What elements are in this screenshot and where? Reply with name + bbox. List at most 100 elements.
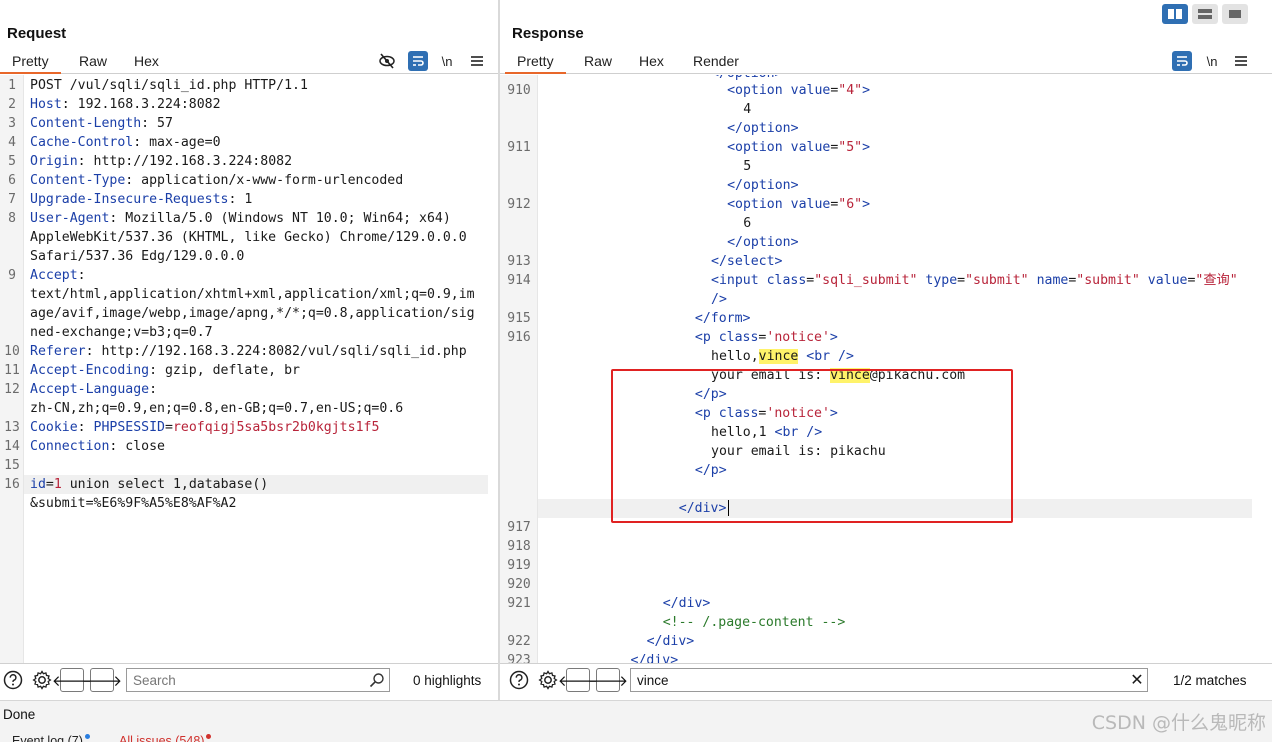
code-line: </select>: [711, 254, 783, 269]
current-line-highlight: [538, 499, 1252, 518]
response-tab-render[interactable]: Render: [693, 53, 739, 69]
text-caret: [728, 500, 730, 516]
help-icon[interactable]: [508, 669, 530, 691]
layout-stacked-icon[interactable]: [1192, 4, 1218, 24]
code-line: User-Agent: Mozilla/5.0 (Windows NT 10.0…: [30, 211, 451, 226]
code-line: AppleWebKit/537.36 (KHTML, like Gecko) C…: [30, 230, 467, 245]
line-number: 5: [8, 154, 16, 169]
code-line: </option>: [727, 235, 799, 250]
line-number: 11: [4, 363, 20, 378]
hide-non-printable-icon[interactable]: [377, 51, 397, 71]
line-number: 13: [4, 420, 20, 435]
newline-toggle[interactable]: \n: [437, 51, 457, 71]
code-line: Cache-Control: max-age=0: [30, 135, 221, 150]
code-line: POST /vul/sqli/sqli_id.php HTTP/1.1: [30, 78, 308, 93]
code-line: Content-Length: 57: [30, 116, 173, 131]
code-line: </div>: [679, 499, 730, 518]
code-line: 5: [743, 159, 752, 174]
response-editor[interactable]: </option> 910 <option value="4"> 4 </option>…: [500, 75, 1272, 663]
line-number: 14: [4, 439, 20, 454]
request-search-input[interactable]: [126, 668, 390, 692]
code-line: hello,vince <br />: [711, 349, 854, 364]
status-bar: Done Event log (7) All issues (548): [0, 700, 1272, 742]
request-tab-hex[interactable]: Hex: [134, 53, 159, 69]
event-log-label: Event log (7): [12, 734, 83, 742]
code-line: </p>: [694, 463, 727, 478]
response-word-wrap-icon[interactable]: [1172, 51, 1192, 71]
code-line: hello,1 <br />: [711, 425, 823, 440]
line-number: 1: [8, 78, 16, 93]
code-line: ned-exchange;v=b3;q=0.7: [30, 325, 213, 340]
settings-gear-icon[interactable]: [537, 669, 559, 691]
search-prev-button[interactable]: 🡐: [52, 668, 92, 692]
notification-dot: [206, 734, 212, 739]
line-number: 915: [507, 311, 531, 326]
response-tab-pretty[interactable]: Pretty: [505, 53, 566, 74]
line-number: 911: [507, 140, 531, 155]
line-number: 3: [8, 116, 16, 131]
code-line: 4: [743, 102, 752, 117]
word-wrap-icon[interactable]: [408, 51, 428, 71]
code-line: Accept:: [30, 268, 86, 283]
line-number: 16: [4, 477, 20, 492]
response-search-input[interactable]: [630, 668, 1148, 692]
request-title: Request: [7, 25, 67, 42]
response-newline-toggle[interactable]: \n: [1202, 51, 1222, 71]
line-number: 7: [8, 192, 16, 207]
code-line: zh-CN,zh;q=0.9,en;q=0.8,en-GB;q=0.7,en-U…: [30, 401, 404, 416]
request-editor[interactable]: 1 POST /vul/sqli/sqli_id.php HTTP/1.1 2 Hos…: [0, 75, 498, 663]
code-line: age/avif,image/webp,image/apng,*/*;q=0.8…: [30, 306, 475, 321]
clear-search-icon[interactable]: ✕: [1126, 669, 1148, 691]
response-menu-icon[interactable]: [1231, 51, 1251, 71]
line-number: 9: [8, 268, 16, 283]
code-line: your email is: vince@pikachu.com: [711, 368, 966, 383]
event-log-tab[interactable]: Event log (7): [12, 734, 90, 742]
line-number: 912: [507, 197, 531, 212]
status-text: Done: [3, 707, 36, 722]
menu-icon[interactable]: [467, 51, 487, 71]
code-line: <p class='notice'>: [694, 330, 838, 345]
code-line: </option>: [727, 178, 799, 193]
code-line: Content-Type: application/x-www-form-url…: [30, 173, 404, 188]
notification-dot: [84, 734, 90, 739]
response-search-bar: 🡐 🡒 ✕ 1/2 matches: [500, 663, 1272, 695]
code-line: Host: 192.168.3.224:8082: [30, 97, 221, 112]
help-icon[interactable]: [2, 669, 24, 691]
response-tab-hex[interactable]: Hex: [639, 53, 664, 69]
code-line: your email is: pikachu: [711, 444, 886, 459]
request-pane: Request Pretty Raw Hex \n 1 POST /vul/sql…: [0, 0, 498, 700]
line-number: 10: [4, 344, 20, 359]
response-tab-raw[interactable]: Raw: [584, 53, 612, 69]
request-tab-raw[interactable]: Raw: [79, 53, 107, 69]
line-number: 923: [507, 653, 531, 663]
code-line: Accept-Language:: [30, 382, 158, 397]
code-line: Referer: http://192.168.3.224:8082/vul/s…: [30, 344, 467, 359]
response-tabs: Pretty Raw Hex Render: [500, 50, 1272, 74]
line-number: 6: [8, 173, 16, 188]
settings-gear-icon[interactable]: [31, 669, 53, 691]
line-number: 917: [507, 520, 531, 535]
code-line: <p class='notice'>: [694, 406, 838, 421]
code-line: <option value="4">: [727, 83, 871, 98]
line-number: 914: [507, 273, 531, 288]
layout-single-icon[interactable]: [1222, 4, 1248, 24]
search-next-button[interactable]: 🡒: [588, 668, 628, 692]
code-line: Cookie: PHPSESSID=reofqigj5sa5bsr2b0kgjt…: [30, 420, 380, 435]
all-issues-tab[interactable]: All issues (548): [119, 734, 212, 742]
code-line: </p>: [694, 387, 727, 402]
response-pane: Response Pretty Raw Hex Render \n </opti…: [500, 0, 1272, 700]
search-next-button[interactable]: 🡒: [82, 668, 122, 692]
line-number: 4: [8, 135, 16, 150]
watermark: CSDN @什么鬼昵称: [1091, 712, 1266, 734]
all-issues-label: All issues (548): [119, 734, 205, 742]
code-line: </div>: [630, 653, 679, 663]
line-number: 922: [507, 634, 531, 649]
search-prev-button[interactable]: 🡐: [558, 668, 598, 692]
request-tab-pretty[interactable]: Pretty: [0, 53, 61, 74]
code-line: <!-- /.page-content -->: [662, 615, 846, 630]
code-line: <option value="5">: [727, 140, 871, 155]
code-line: <input class="sqli_submit" type="submit"…: [711, 273, 1238, 288]
code-line: Connection: close: [30, 439, 165, 454]
line-number: 8: [8, 211, 16, 226]
layout-side-by-side-icon[interactable]: [1162, 4, 1188, 24]
